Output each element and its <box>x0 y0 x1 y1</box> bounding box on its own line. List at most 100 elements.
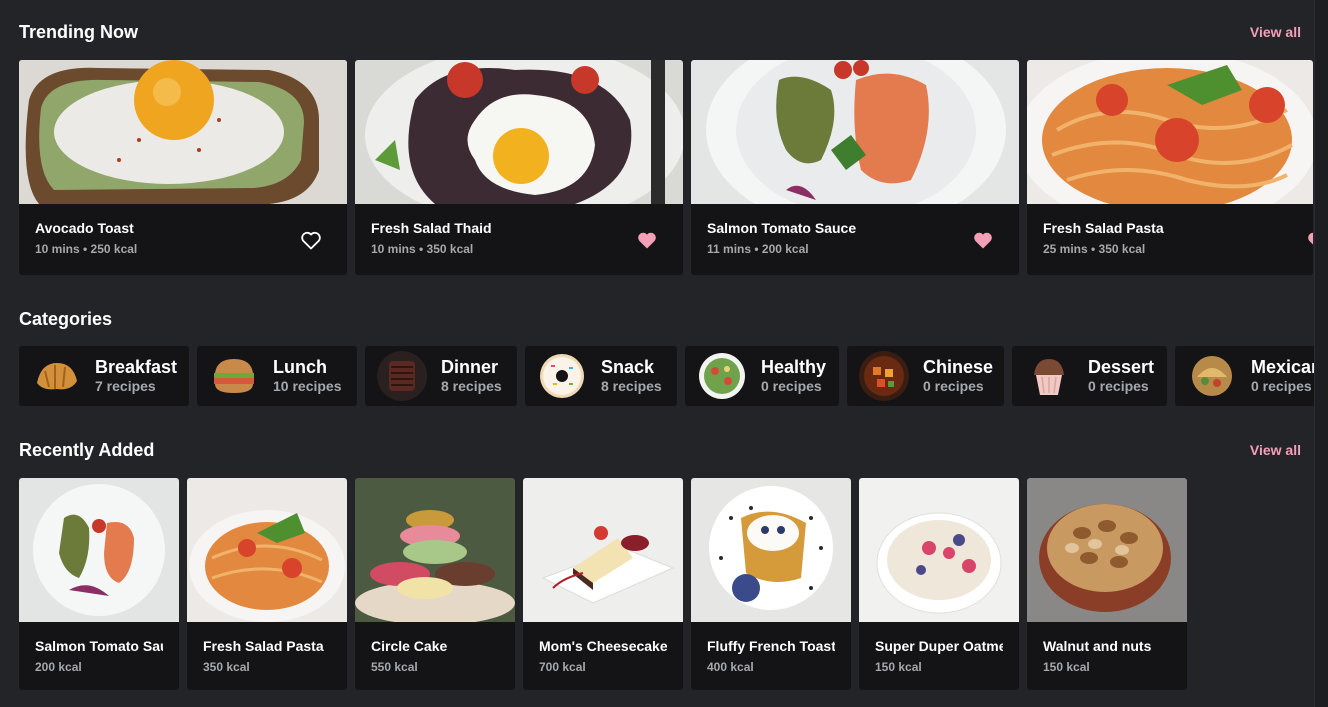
category-breakfast[interactable]: Breakfast 7 recipes <box>19 346 189 406</box>
trending-card-fresh-salad-thaid[interactable]: Fresh Salad Thaid 10 mins • 350 kcal <box>355 60 683 275</box>
recipe-title: Fresh Salad Pasta <box>203 638 324 654</box>
recipe-title: Super Duper Oatmeal <box>875 638 1003 654</box>
category-name: Lunch <box>273 357 327 377</box>
recent-card-circle-cake[interactable]: Circle Cake 550 kcal <box>355 478 515 690</box>
recipe-image <box>19 478 179 622</box>
recent-card-salmon-tomato-sauce[interactable]: Salmon Tomato Sauce 200 kcal <box>19 478 179 690</box>
recent-card-fluffy-french-toast[interactable]: Fluffy French Toast 400 kcal <box>691 478 851 690</box>
category-dinner[interactable]: Dinner 8 recipes <box>365 346 517 406</box>
recent-card-walnut-and-nuts[interactable]: Walnut and nuts 150 kcal <box>1027 478 1187 690</box>
recipe-meta: 10 mins • 250 kcal <box>35 242 138 256</box>
recipe-image <box>355 478 515 622</box>
recent-card-moms-cheesecake[interactable]: Mom's Cheesecake 700 kcal <box>523 478 683 690</box>
category-name: Healthy <box>761 357 827 377</box>
category-count: 0 recipes <box>761 378 822 394</box>
burger-icon <box>209 351 259 401</box>
steak-icon <box>377 351 427 401</box>
recipe-image <box>691 60 1019 204</box>
category-count: 8 recipes <box>601 378 662 394</box>
recipe-title: Walnut and nuts <box>1043 638 1152 654</box>
category-mexican[interactable]: Mexican 0 recipes <box>1175 346 1315 406</box>
recipe-meta: 25 mins • 350 kcal <box>1043 242 1146 256</box>
recent-card-super-duper-oatmeal[interactable]: Super Duper Oatmeal 150 kcal <box>859 478 1019 690</box>
recipe-image <box>1027 60 1313 204</box>
cupcake-icon <box>1024 351 1074 401</box>
recipe-meta: 400 kcal <box>707 660 754 674</box>
trending-card-fresh-salad-pasta[interactable]: Fresh Salad Pasta 25 mins • 350 kcal <box>1027 60 1313 275</box>
recipe-meta: 10 mins • 350 kcal <box>371 242 474 256</box>
card-body: Mom's Cheesecake 700 kcal <box>523 622 683 674</box>
category-count: 0 recipes <box>1088 378 1149 394</box>
recipe-title: Mom's Cheesecake <box>539 638 667 654</box>
recipe-image <box>691 478 851 622</box>
trending-card-salmon-tomato-sauce[interactable]: Salmon Tomato Sauce 11 mins • 200 kcal <box>691 60 1019 275</box>
recipe-title: Fresh Salad Pasta <box>1043 220 1164 236</box>
category-name: Snack <box>601 357 655 377</box>
recipe-image <box>1027 478 1187 622</box>
category-count: 7 recipes <box>95 378 156 394</box>
card-body: Fresh Salad Pasta 350 kcal <box>187 622 347 674</box>
recent-title: Recently Added <box>19 439 155 460</box>
categories-row: Breakfast 7 recipes Lunch 10 recipes Din… <box>19 346 1315 406</box>
category-name: Dinner <box>441 357 499 377</box>
card-body: Walnut and nuts 150 kcal <box>1027 622 1187 674</box>
card-body: Fresh Salad Pasta 25 mins • 350 kcal <box>1027 204 1313 256</box>
card-body: Circle Cake 550 kcal <box>355 622 515 674</box>
categories-title: Categories <box>19 308 113 329</box>
recipes-home-page: Trending Now View all Avocado Toast 10 m… <box>0 0 1328 707</box>
category-name: Dessert <box>1088 357 1155 377</box>
category-chinese[interactable]: Chinese 0 recipes <box>847 346 1004 406</box>
categories-header: Categories <box>19 307 1301 331</box>
recipe-title: Salmon Tomato Sauce <box>707 220 857 236</box>
category-count: 10 recipes <box>273 378 342 394</box>
trending-row: Avocado Toast 10 mins • 250 kcal Fresh S… <box>19 60 1313 275</box>
recipe-meta: 200 kcal <box>35 660 82 674</box>
heart-filled-icon[interactable] <box>971 228 995 252</box>
recipe-image <box>859 478 1019 622</box>
tacos-icon <box>1187 351 1237 401</box>
category-lunch[interactable]: Lunch 10 recipes <box>197 346 357 406</box>
recent-header: Recently Added View all <box>19 438 1301 462</box>
salad-bowl-icon <box>697 351 747 401</box>
recipe-meta: 11 mins • 200 kcal <box>707 242 809 256</box>
card-body: Super Duper Oatmeal 150 kcal <box>859 622 1019 674</box>
stir-fry-icon <box>859 351 909 401</box>
recipe-title: Avocado Toast <box>35 220 134 236</box>
trending-title: Trending Now <box>19 21 138 42</box>
trending-header: Trending Now View all <box>19 20 1301 44</box>
recipe-image <box>19 60 347 204</box>
category-healthy[interactable]: Healthy 0 recipes <box>685 346 839 406</box>
category-snack[interactable]: Snack 8 recipes <box>525 346 677 406</box>
recipe-image <box>187 478 347 622</box>
category-dessert[interactable]: Dessert 0 recipes <box>1012 346 1167 406</box>
recipe-meta: 150 kcal <box>1043 660 1090 674</box>
recipe-title: Salmon Tomato Sauce <box>35 638 163 654</box>
recipe-meta: 150 kcal <box>875 660 922 674</box>
croissant-icon <box>31 351 81 401</box>
recipe-meta: 700 kcal <box>539 660 586 674</box>
card-body: Salmon Tomato Sauce 11 mins • 200 kcal <box>691 204 1019 256</box>
donut-icon <box>537 351 587 401</box>
trending-card-avocado-toast[interactable]: Avocado Toast 10 mins • 250 kcal <box>19 60 347 275</box>
heart-filled-icon[interactable] <box>635 228 659 252</box>
category-name: Breakfast <box>95 357 178 377</box>
recipe-image <box>355 60 683 204</box>
vertical-scrollbar[interactable] <box>1314 0 1328 707</box>
recipe-title: Circle Cake <box>371 638 448 654</box>
category-count: 0 recipes <box>1251 378 1312 394</box>
card-body: Avocado Toast 10 mins • 250 kcal <box>19 204 347 256</box>
card-body: Salmon Tomato Sauce 200 kcal <box>19 622 179 674</box>
recipe-meta: 350 kcal <box>203 660 250 674</box>
category-name: Chinese <box>923 357 994 377</box>
recent-card-fresh-salad-pasta[interactable]: Fresh Salad Pasta 350 kcal <box>187 478 347 690</box>
category-count: 0 recipes <box>923 378 984 394</box>
recent-row: Salmon Tomato Sauce 200 kcal Fresh Salad… <box>19 478 1187 690</box>
recipe-image <box>523 478 683 622</box>
heart-outline-icon[interactable] <box>299 228 323 252</box>
heart-filled-icon[interactable] <box>1305 228 1313 252</box>
recent-view-all-link[interactable]: View all <box>1250 442 1301 458</box>
category-name: Mexican <box>1251 357 1315 377</box>
card-body: Fluffy French Toast 400 kcal <box>691 622 851 674</box>
trending-view-all-link[interactable]: View all <box>1250 24 1301 40</box>
recipe-meta: 550 kcal <box>371 660 418 674</box>
